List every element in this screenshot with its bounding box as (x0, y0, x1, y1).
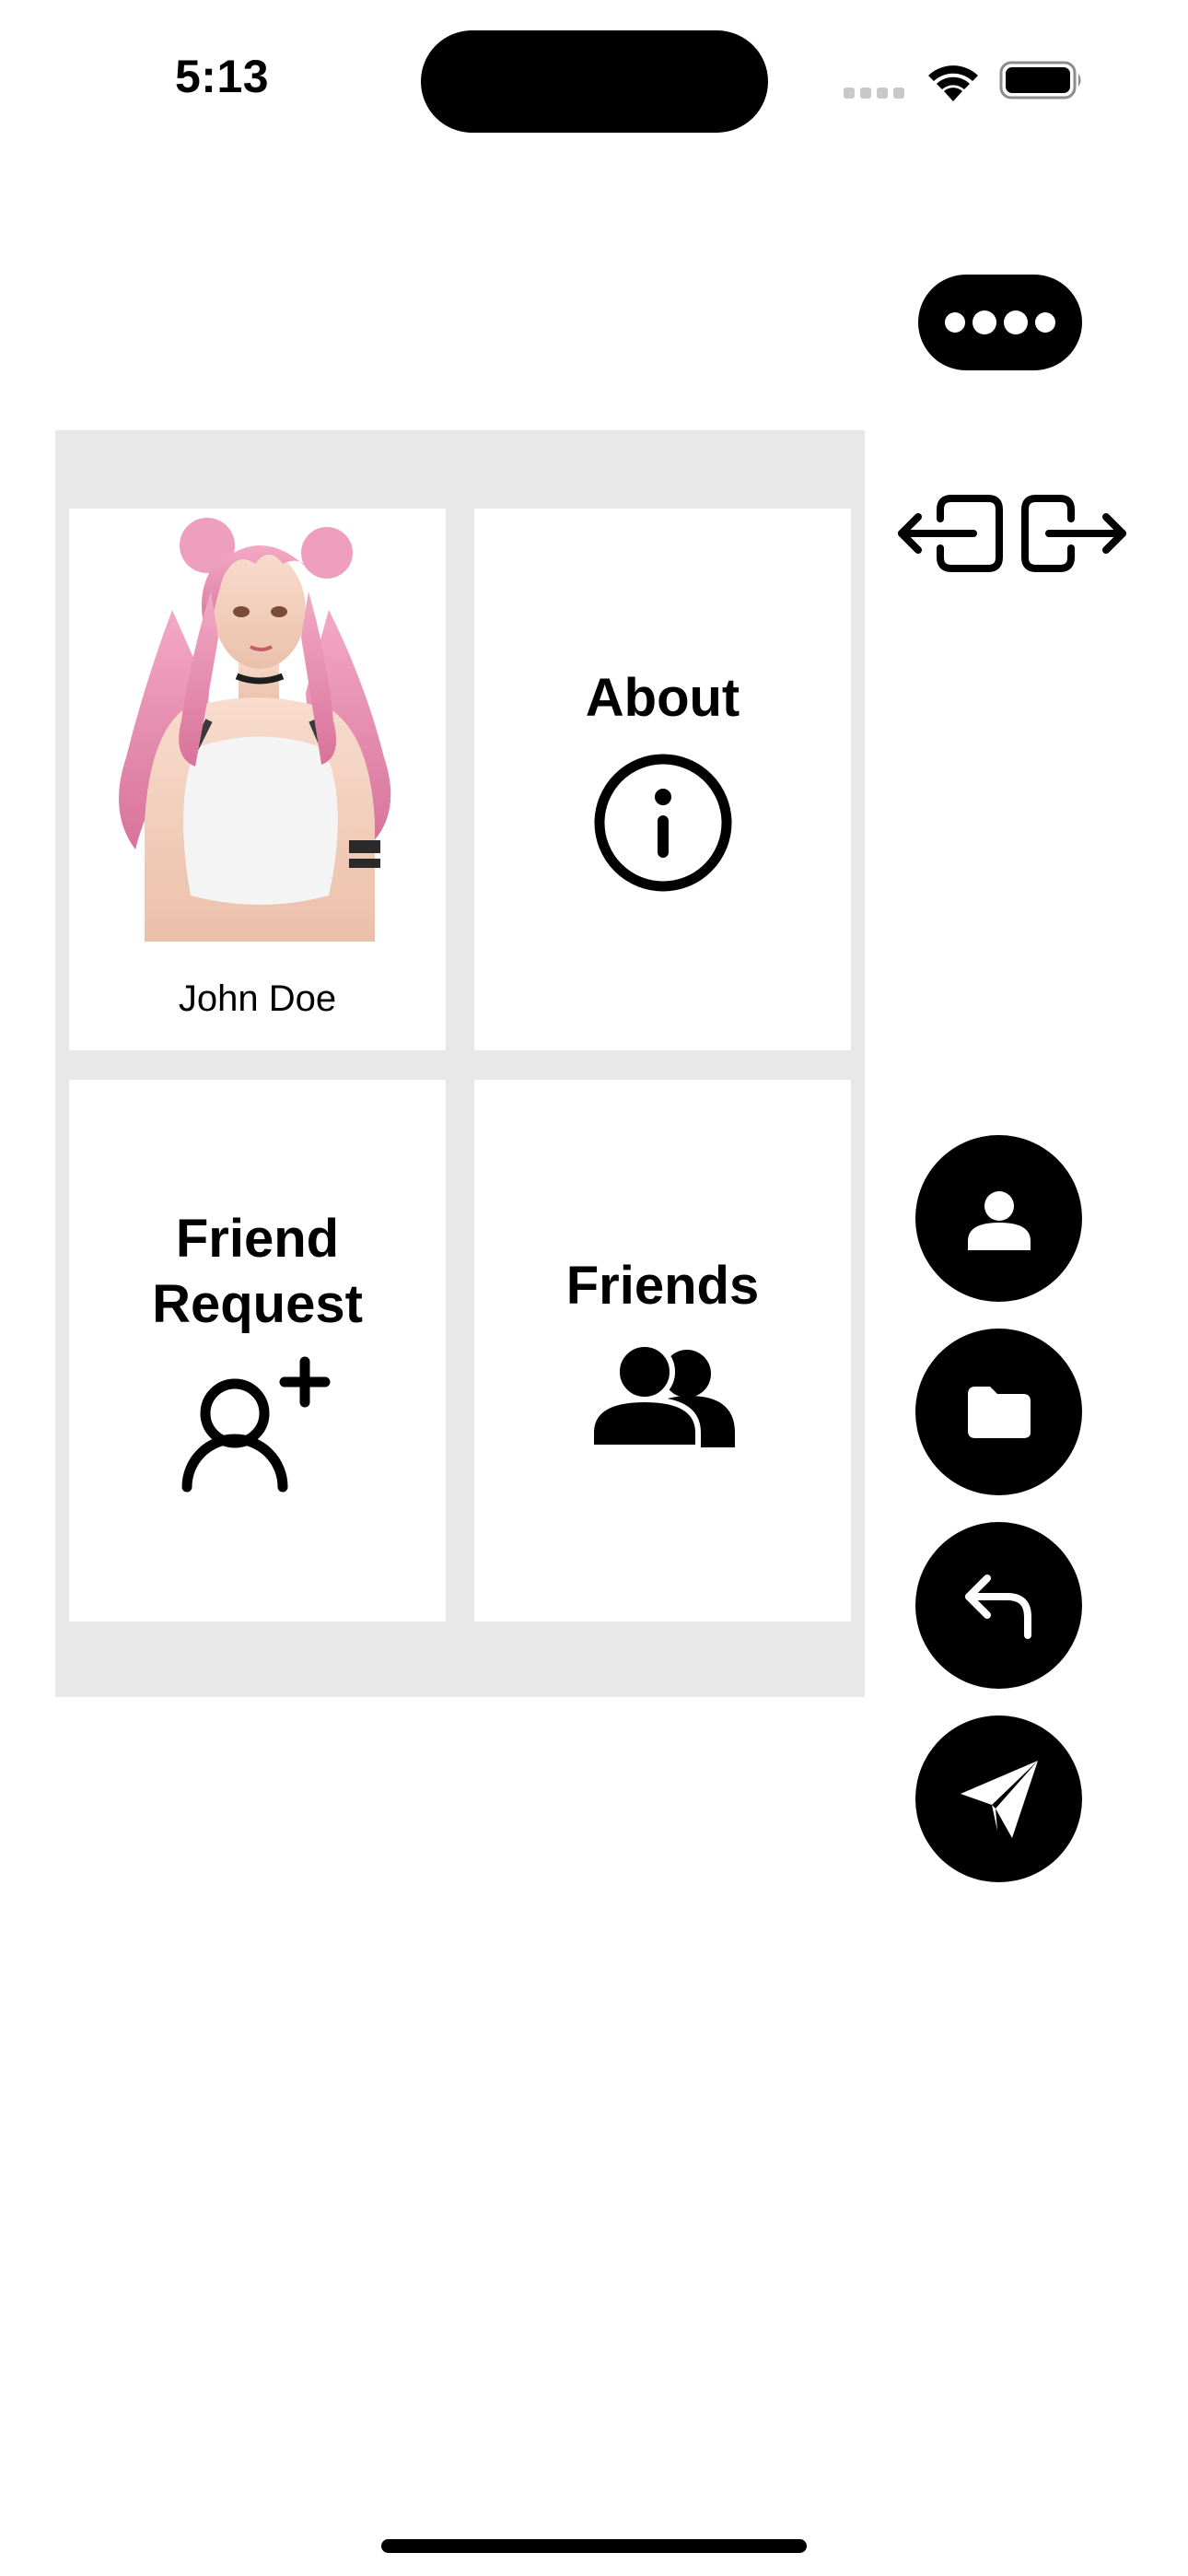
login-logout-arrows-icon[interactable] (896, 489, 1130, 578)
profile-name: John Doe (178, 978, 337, 1019)
folder-icon (967, 1386, 1031, 1438)
folder-button[interactable] (915, 1329, 1082, 1495)
ellipsis-icon (945, 312, 965, 333)
friend-request-label: Friend Request (152, 1209, 363, 1334)
battery-icon (999, 61, 1081, 100)
dynamic-island (421, 30, 768, 133)
info-circle-icon (594, 754, 731, 892)
profile-tile[interactable]: John Doe (69, 509, 446, 1050)
menu-grid: John Doe About Friend Request Friends (55, 430, 865, 1697)
reply-button[interactable] (915, 1522, 1082, 1689)
about-tile[interactable]: About (474, 509, 851, 1050)
paper-plane-icon (960, 1760, 1038, 1838)
more-options-button[interactable] (918, 275, 1082, 370)
cellular-signal-icon (844, 88, 904, 99)
person-icon (967, 1190, 1031, 1250)
home-indicator[interactable] (381, 2539, 807, 2553)
status-time: 5:13 (175, 51, 270, 102)
person-add-icon (181, 1356, 330, 1493)
friends-tile[interactable]: Friends (474, 1080, 851, 1622)
about-label: About (585, 667, 740, 728)
people-icon (590, 1344, 735, 1448)
wifi-icon (928, 65, 978, 101)
avatar (108, 509, 407, 942)
friend-request-tile[interactable]: Friend Request (69, 1080, 446, 1622)
friends-label: Friends (565, 1255, 760, 1316)
reply-arrow-icon (964, 1574, 1031, 1639)
send-button[interactable] (915, 1715, 1082, 1882)
profile-button[interactable] (915, 1135, 1082, 1302)
